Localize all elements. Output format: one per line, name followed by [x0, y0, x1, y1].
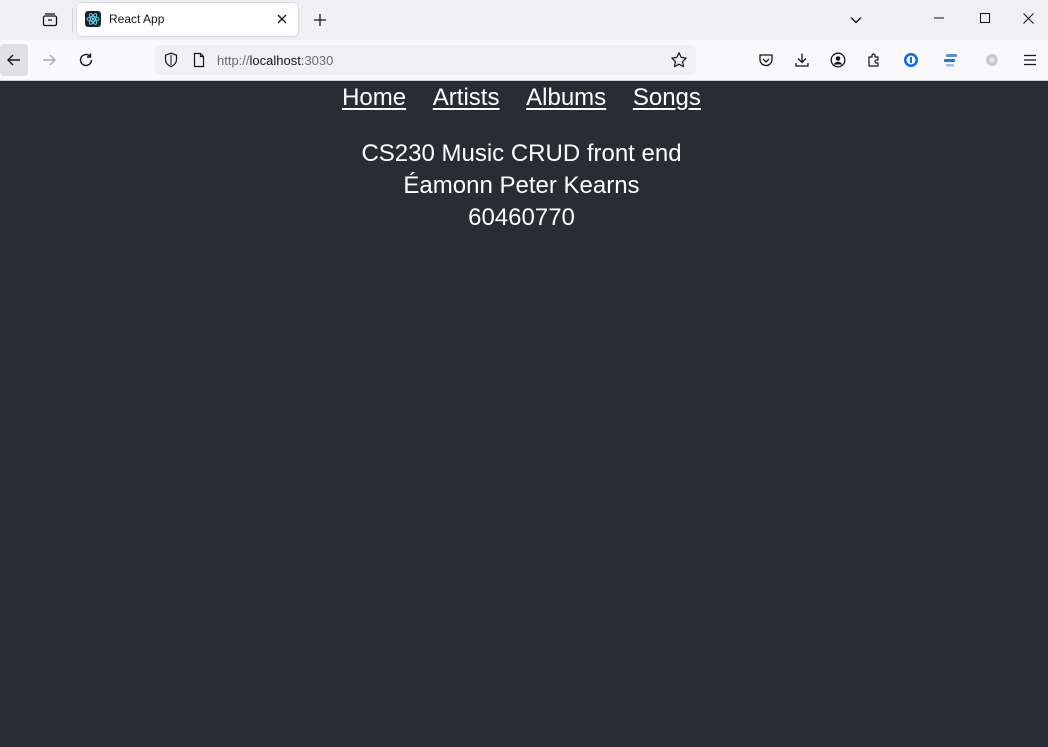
react-favicon-icon	[85, 11, 101, 27]
new-tab-button[interactable]	[306, 6, 334, 34]
pocket-button[interactable]	[754, 48, 778, 72]
window-close-icon	[1022, 12, 1034, 24]
minimize-icon	[934, 13, 944, 23]
extensions-button[interactable]	[862, 48, 886, 72]
shield-icon[interactable]	[163, 52, 179, 68]
url-text[interactable]: http://localhost:3030	[217, 53, 333, 68]
address-bar[interactable]: http://localhost:3030	[155, 45, 696, 75]
window-close-button[interactable]	[1008, 0, 1048, 36]
back-arrow-icon	[6, 52, 22, 68]
star-icon[interactable]	[670, 51, 688, 69]
url-port: :3030	[300, 53, 334, 68]
navigation-toolbar: http://localhost:3030	[0, 40, 1048, 81]
forward-button[interactable]	[34, 44, 64, 76]
privacy-extension-button[interactable]	[980, 48, 1004, 72]
tabs-list-icon	[42, 12, 58, 28]
tab-react-app[interactable]: React App	[77, 3, 298, 36]
reload-button[interactable]	[71, 44, 101, 76]
maximize-icon	[980, 13, 990, 23]
plus-icon	[313, 13, 327, 27]
extensions-icon	[866, 52, 882, 68]
close-icon[interactable]	[274, 11, 290, 27]
chevron-down-icon	[849, 13, 863, 27]
app-info: CS230 Music CRUD front end Éamonn Peter …	[0, 138, 1043, 234]
nav-link-albums[interactable]: Albums	[526, 84, 606, 111]
account-button[interactable]	[826, 48, 850, 72]
forward-arrow-icon	[41, 52, 57, 68]
app-title: CS230 Music CRUD front end	[361, 140, 682, 167]
privacy-extension-icon	[984, 52, 1000, 68]
url-host: localhost	[249, 53, 301, 68]
tab-title: React App	[109, 12, 165, 26]
downloads-button[interactable]	[790, 48, 814, 72]
nav-link-artists[interactable]: Artists	[433, 84, 500, 111]
back-button[interactable]	[0, 44, 28, 76]
password-manager-button[interactable]	[899, 48, 923, 72]
sidebar-extension-icon	[943, 52, 959, 68]
student-id: 60460770	[468, 204, 575, 231]
author-name: Éamonn Peter Kearns	[403, 172, 640, 199]
list-all-tabs-button[interactable]	[842, 6, 870, 34]
nav-link-songs[interactable]: Songs	[633, 84, 701, 111]
account-icon	[830, 52, 846, 68]
reload-icon	[78, 52, 94, 68]
tab-separator	[72, 8, 73, 32]
password-manager-icon	[903, 52, 919, 68]
sidebar-extension-button[interactable]	[939, 48, 963, 72]
minimize-button[interactable]	[916, 0, 962, 36]
page-content: Home Artists Albums Songs CS230 Music CR…	[0, 81, 1048, 747]
pocket-icon	[758, 52, 774, 68]
tabs-list-button[interactable]	[36, 6, 64, 34]
url-scheme: http://	[217, 53, 250, 68]
menu-icon	[1022, 52, 1038, 68]
page-icon[interactable]	[191, 52, 207, 68]
nav-link-home[interactable]: Home	[342, 84, 406, 111]
site-nav: Home Artists Albums Songs	[0, 84, 1043, 112]
tab-strip: React App	[0, 0, 1048, 40]
maximize-button[interactable]	[962, 0, 1008, 36]
download-icon	[794, 52, 810, 68]
menu-button[interactable]	[1018, 48, 1042, 72]
